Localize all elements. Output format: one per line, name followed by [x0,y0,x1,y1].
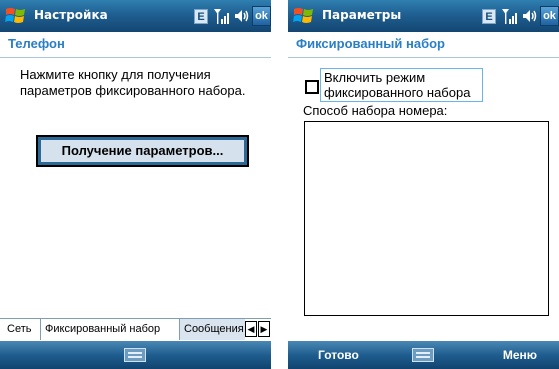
tab-bar: Сеть Фиксированный набор Сообщения ◀ ▶ [0,318,271,340]
parameters-screen: Параметры E ok Фиксированный набор Включ… [288,0,559,369]
tab-messages[interactable]: Сообщения [179,319,245,340]
get-parameters-button[interactable]: Получение параметров... [36,135,249,167]
volume-icon[interactable] [521,8,537,24]
menu-softkey[interactable]: Меню [503,348,537,362]
keyboard-icon[interactable] [412,348,434,362]
title-bar: Параметры E ok [288,0,559,32]
ok-button[interactable]: ok [252,6,271,26]
tab-scroll-left-button[interactable]: ◀ [245,321,257,337]
settings-phone-screen: Настройка E ok Телефон Нажмите кнопку дл… [0,0,271,369]
tab-network[interactable]: Сеть [3,319,41,340]
signal-icon[interactable] [501,7,519,25]
dial-method-list[interactable] [304,121,549,316]
windows-flag-icon[interactable] [292,4,316,28]
edge-indicator[interactable]: E [482,9,496,24]
keyboard-icon[interactable] [124,348,146,362]
section-divider [0,57,271,58]
get-parameters-label: Получение параметров... [41,140,244,162]
section-title: Телефон [8,36,65,51]
tab-scroll-right-button[interactable]: ▶ [258,321,270,337]
tab-fixed-dialing[interactable]: Фиксированный набор [41,319,179,340]
checkbox-focus-frame[interactable]: Включить режим фиксированного набора [320,68,483,102]
app-title: Параметры [322,8,402,22]
signal-icon[interactable] [213,7,231,25]
section-divider [288,57,559,58]
section-title: Фиксированный набор [296,36,445,51]
dial-method-label: Способ набора номера: [303,103,448,118]
app-title: Настройка [34,8,108,22]
windows-flag-icon[interactable] [4,4,28,28]
soft-key-bar [0,341,271,369]
description-text: Нажмите кнопку для получения параметров … [20,67,246,98]
title-bar: Настройка E ok [0,0,271,32]
done-softkey[interactable]: Готово [318,348,359,362]
ok-button[interactable]: ok [540,6,559,26]
fixed-dialing-checkbox-label: Включить режим фиксированного набора [324,70,471,100]
edge-indicator[interactable]: E [194,9,208,24]
volume-icon[interactable] [233,8,249,24]
fixed-dialing-checkbox[interactable] [305,80,319,94]
soft-key-bar: Готово Меню [288,341,559,369]
